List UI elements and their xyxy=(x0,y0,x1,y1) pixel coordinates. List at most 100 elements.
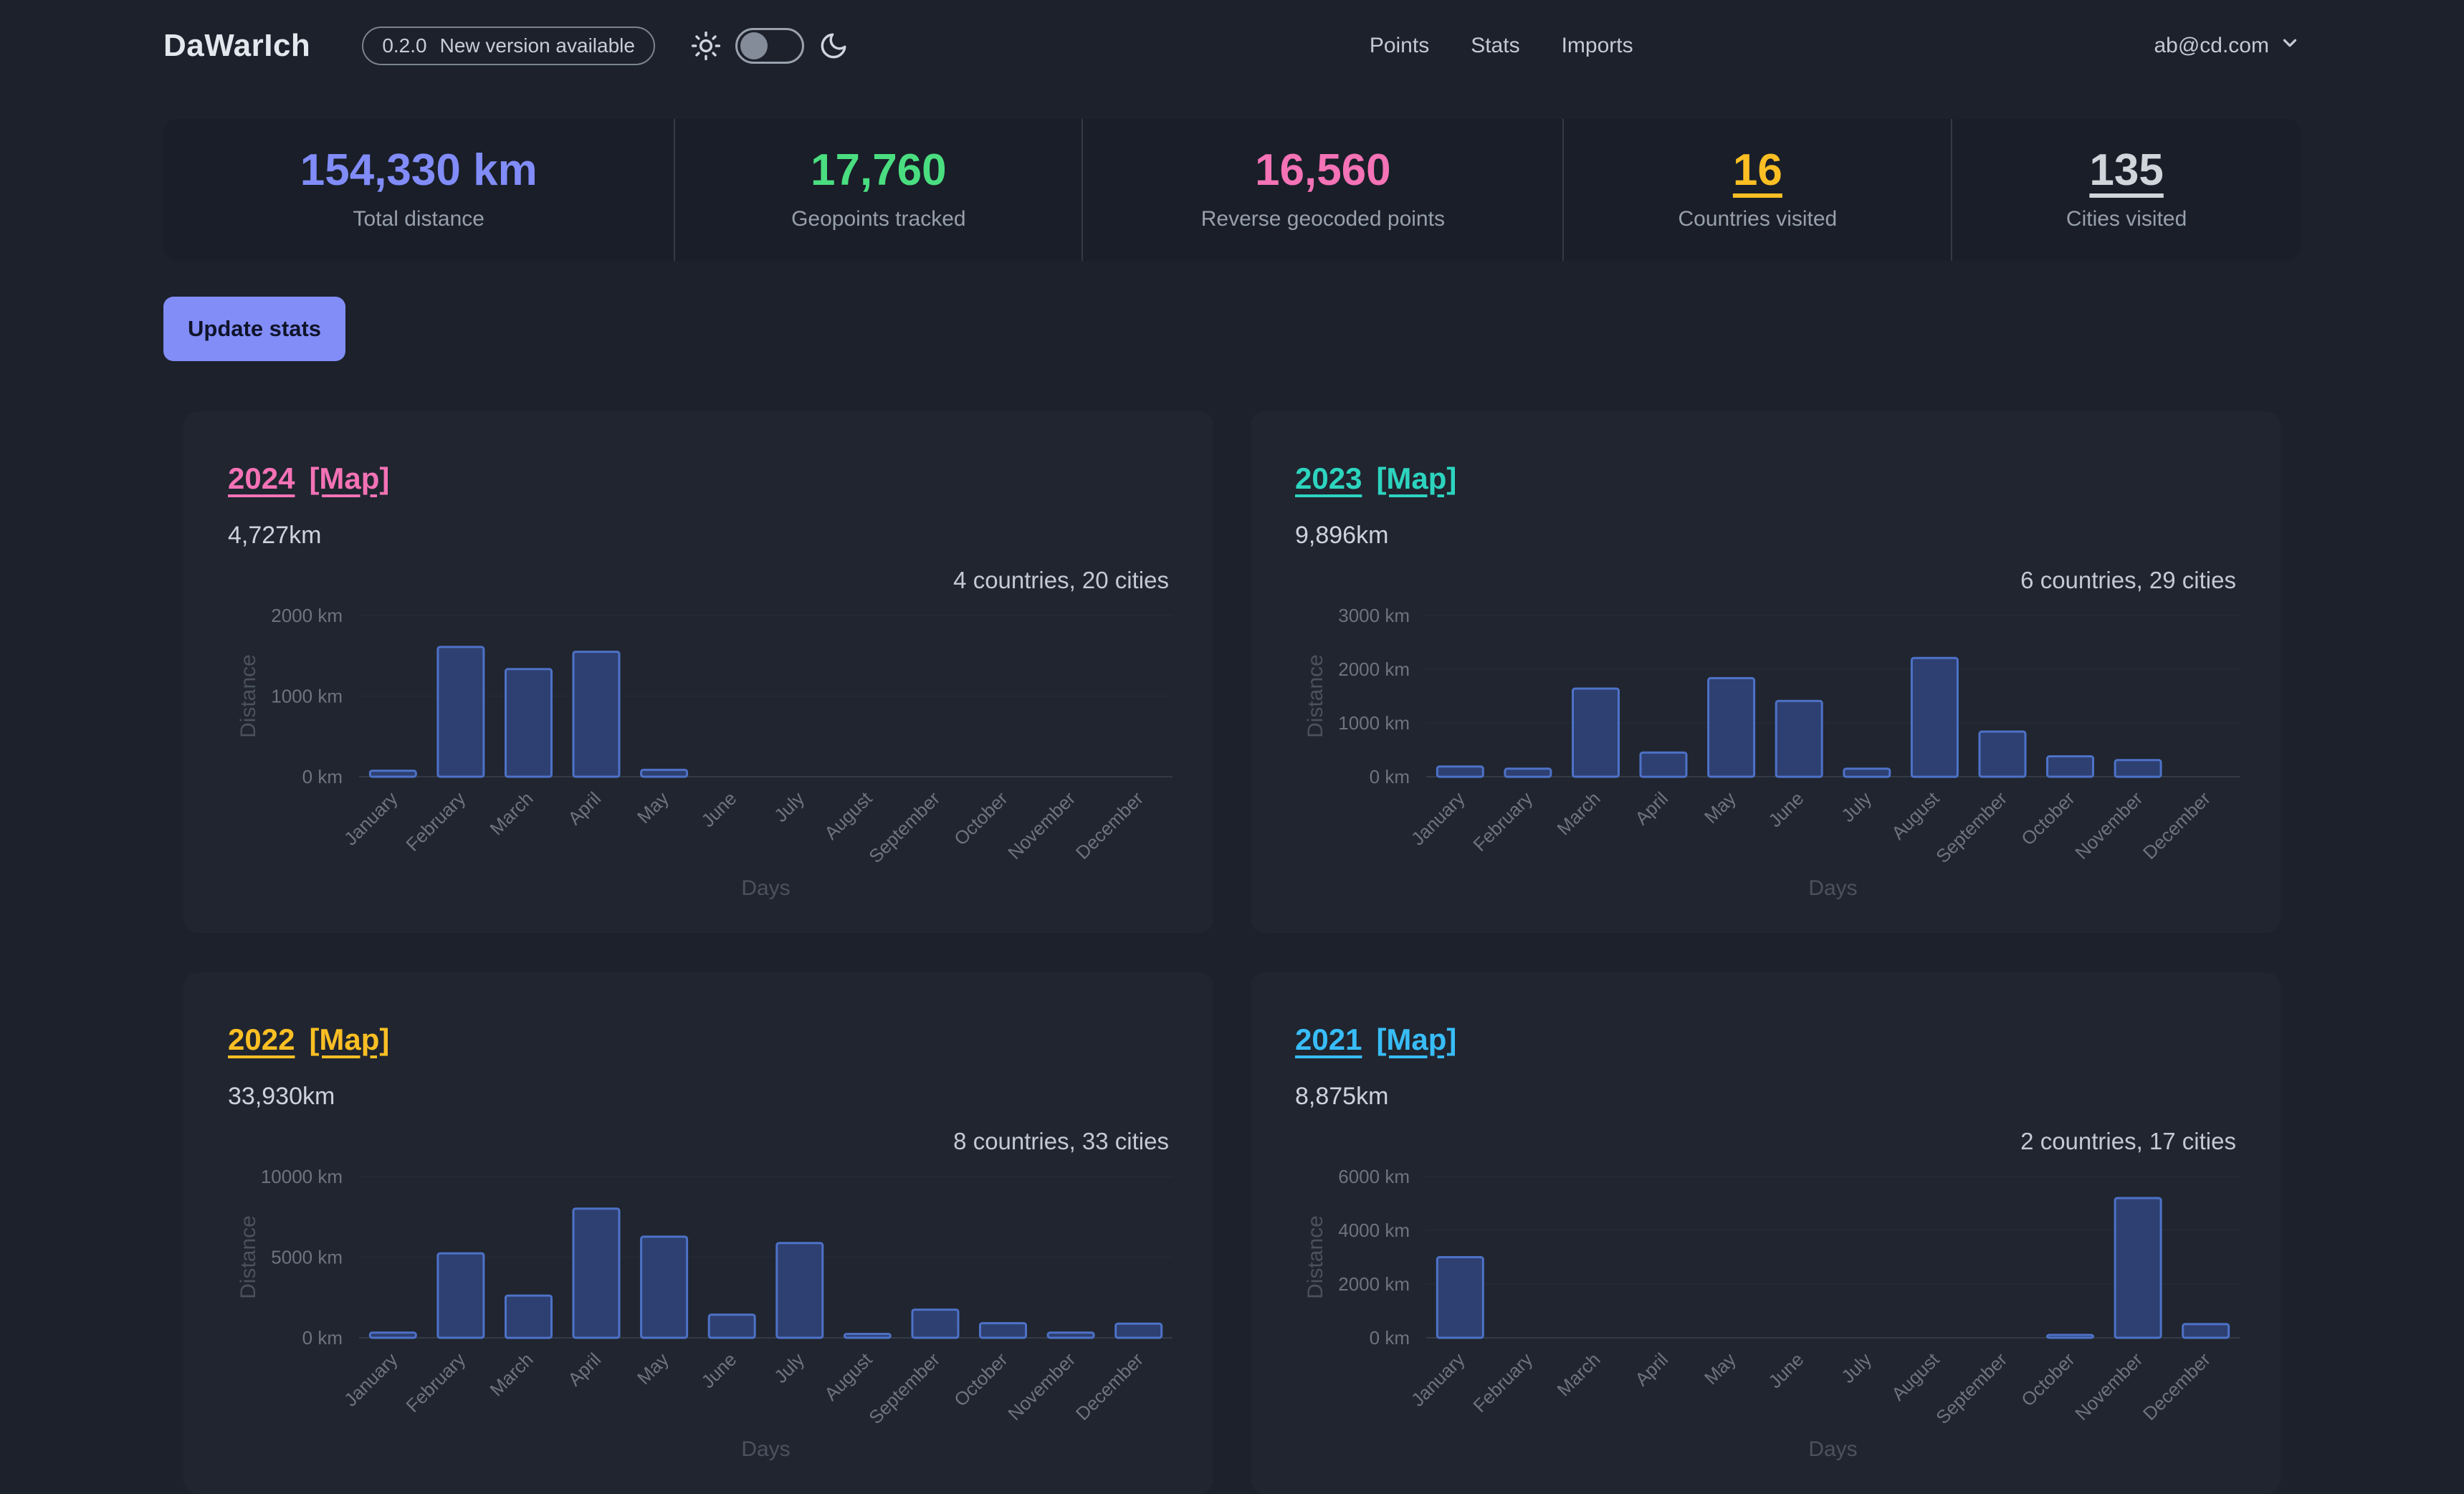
svg-text:November: November xyxy=(1003,1349,1079,1424)
stat-label: Reverse geocoded points xyxy=(1201,207,1445,231)
svg-text:July: July xyxy=(770,787,808,826)
svg-text:February: February xyxy=(401,787,469,856)
theme-toggle[interactable] xyxy=(735,28,804,64)
stat-label: Countries visited xyxy=(1678,207,1837,231)
year-card: 2023 [Map] 9,896km 6 countries, 29 citie… xyxy=(1251,411,2281,933)
svg-text:December: December xyxy=(2139,1349,2215,1424)
chevron-down-icon xyxy=(2279,32,2301,59)
stat-cell: 17,760 Geopoints tracked xyxy=(674,119,1081,261)
svg-text:April: April xyxy=(563,1349,605,1390)
svg-text:November: November xyxy=(2071,787,2147,863)
stat-value: 154,330 km xyxy=(300,148,538,193)
year-cards-grid: 2024 [Map] 4,727km 4 countries, 20 citie… xyxy=(183,411,2281,1494)
version-number: 0.2.0 xyxy=(382,34,426,57)
year-link[interactable]: 2022 xyxy=(228,1023,295,1057)
app-logo[interactable]: DaWarIch xyxy=(163,28,310,64)
svg-text:April: April xyxy=(1630,1349,1672,1390)
svg-text:4000 km: 4000 km xyxy=(1338,1220,1410,1241)
svg-text:August: August xyxy=(820,1348,877,1404)
svg-text:July: July xyxy=(770,1349,808,1387)
svg-text:2000 km: 2000 km xyxy=(1338,659,1410,680)
svg-text:January: January xyxy=(1407,1349,1469,1411)
svg-text:October: October xyxy=(950,1349,1012,1411)
version-label: New version available xyxy=(440,34,635,57)
stat-label: Geopoints tracked xyxy=(791,207,965,231)
svg-text:June: June xyxy=(697,1349,740,1392)
svg-text:September: September xyxy=(1931,1349,2011,1428)
year-link[interactable]: 2021 xyxy=(1295,1023,1362,1057)
svg-text:0 km: 0 km xyxy=(302,766,343,787)
svg-text:Distance: Distance xyxy=(237,1215,260,1299)
distance-bar-chart: 0 km1000 km2000 km3000 kmDistanceJanuary… xyxy=(1251,594,2281,916)
svg-text:3000 km: 3000 km xyxy=(1338,605,1410,626)
bar-chart-svg: 0 km 5000 km 10000 km Distance JanuaryFebrua… xyxy=(183,1155,1213,1474)
year-link[interactable]: 2024 xyxy=(228,461,295,496)
user-email: ab@cd.com xyxy=(2154,34,2269,58)
year-card-title: 2022 [Map] xyxy=(228,1023,1169,1057)
map-link[interactable]: [Map] xyxy=(309,1023,389,1057)
svg-text:February: February xyxy=(401,1349,469,1417)
theme-toggle-knob xyxy=(740,32,768,59)
svg-text:March: March xyxy=(485,787,537,839)
svg-text:June: June xyxy=(1764,787,1808,831)
distance-bar-chart: 0 km2000 km4000 km6000 kmDistanceJanuary… xyxy=(1251,1155,2281,1478)
svg-text:November: November xyxy=(1003,787,1079,863)
app-header: DaWarIch 0.2.0 New version available xyxy=(0,0,2464,92)
svg-text:Distance: Distance xyxy=(1304,1215,1327,1299)
svg-text:March: March xyxy=(1552,787,1604,839)
svg-text:10000 km: 10000 km xyxy=(261,1166,343,1187)
svg-text:January: January xyxy=(340,1349,402,1411)
nav-points[interactable]: Points xyxy=(1370,34,1429,58)
svg-text:Days: Days xyxy=(1808,876,1857,900)
user-menu[interactable]: ab@cd.com xyxy=(2154,32,2301,59)
svg-text:December: December xyxy=(2139,787,2215,863)
svg-text:September: September xyxy=(864,787,944,867)
svg-text:September: September xyxy=(1931,787,2011,867)
svg-text:2000 km: 2000 km xyxy=(1338,1273,1410,1295)
svg-text:November: November xyxy=(2071,1349,2147,1424)
svg-text:April: April xyxy=(563,787,605,829)
svg-text:0 km: 0 km xyxy=(1370,766,1410,787)
svg-text:May: May xyxy=(633,1349,673,1389)
version-badge[interactable]: 0.2.0 New version available xyxy=(362,27,655,65)
svg-text:May: May xyxy=(1700,787,1740,828)
sun-icon xyxy=(691,31,721,61)
stat-cell: 16,560 Reverse geocoded points xyxy=(1081,119,1562,261)
stat-cell: 135 Cities visited xyxy=(1951,119,2301,261)
year-card-title: 2023 [Map] xyxy=(1295,461,2236,496)
year-card: 2022 [Map] 33,930km 8 countries, 33 citi… xyxy=(183,972,1213,1494)
svg-text:June: June xyxy=(1764,1349,1808,1392)
svg-text:Distance: Distance xyxy=(1304,654,1327,738)
svg-text:October: October xyxy=(950,787,1012,850)
map-link[interactable]: [Map] xyxy=(1376,1023,1456,1057)
stat-value: 16,560 xyxy=(1255,148,1391,193)
svg-text:1000 km: 1000 km xyxy=(271,686,343,707)
svg-text:June: June xyxy=(697,787,740,831)
stat-cell: 16 Countries visited xyxy=(1562,119,1951,261)
update-stats-button[interactable]: Update stats xyxy=(163,297,345,361)
svg-text:0 km: 0 km xyxy=(302,1327,343,1349)
stat-label: Total distance xyxy=(353,207,484,231)
svg-text:Days: Days xyxy=(1808,1437,1857,1461)
svg-text:October: October xyxy=(2017,787,2079,850)
year-distance: 9,896km xyxy=(1295,522,2236,550)
nav-imports[interactable]: Imports xyxy=(1562,34,1633,58)
nav-stats[interactable]: Stats xyxy=(1471,34,1519,58)
year-summary: 4 countries, 20 cities xyxy=(228,567,1169,594)
stat-value[interactable]: 16 xyxy=(1733,148,1782,193)
main-nav: Points Stats Imports xyxy=(1370,34,1633,58)
svg-text:May: May xyxy=(1700,1349,1740,1389)
svg-text:May: May xyxy=(633,787,673,828)
svg-text:5000 km: 5000 km xyxy=(271,1247,343,1268)
map-link[interactable]: [Map] xyxy=(309,461,389,496)
svg-text:1000 km: 1000 km xyxy=(1338,712,1410,734)
svg-text:August: August xyxy=(1887,1348,1944,1404)
svg-text:December: December xyxy=(1071,787,1147,863)
year-link[interactable]: 2023 xyxy=(1295,461,1362,496)
svg-text:6000 km: 6000 km xyxy=(1338,1166,1410,1187)
stats-bar: 154,330 km Total distance 17,760 Geopoin… xyxy=(163,119,2301,261)
stat-value[interactable]: 135 xyxy=(2089,148,2163,193)
year-card: 2024 [Map] 4,727km 4 countries, 20 citie… xyxy=(183,411,1213,933)
year-card-title: 2024 [Map] xyxy=(228,461,1169,496)
map-link[interactable]: [Map] xyxy=(1376,461,1456,496)
